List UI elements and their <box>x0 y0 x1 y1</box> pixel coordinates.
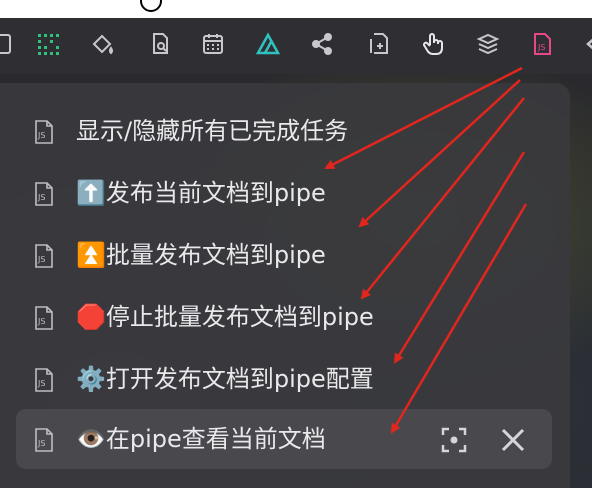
command-item-selected[interactable]: JS 👁️在pipe查看当前文档 <box>16 409 552 469</box>
svg-text:JS: JS <box>37 317 45 326</box>
svg-text:JS: JS <box>37 439 45 448</box>
toolbar: JS <box>0 18 592 75</box>
stack-icon[interactable] <box>472 28 504 60</box>
command-label: 🛑停止批量发布文档到pipe <box>76 303 374 331</box>
window-top-strip <box>0 0 592 18</box>
command-item[interactable]: JS 🛑停止批量发布文档到pipe <box>16 287 552 347</box>
command-label: ⬆️发布当前文档到pipe <box>76 179 326 207</box>
add-document-icon[interactable] <box>363 28 395 60</box>
focus-icon[interactable] <box>437 423 471 457</box>
command-label: 显示/隐藏所有已完成任务 <box>76 117 349 145</box>
command-item[interactable]: JS ⏫批量发布文档到pipe <box>16 225 552 285</box>
document-search-icon[interactable] <box>144 28 176 60</box>
command-label: ⚙️打开发布文档到pipe配置 <box>76 365 374 393</box>
js-file-icon: JS <box>35 368 53 392</box>
paint-bucket-icon[interactable] <box>86 28 118 60</box>
js-file-icon[interactable]: JS <box>526 28 558 60</box>
js-file-icon: JS <box>35 120 53 144</box>
hand-pointer-icon[interactable] <box>417 28 449 60</box>
svg-text:JS: JS <box>37 255 45 264</box>
js-file-icon: JS <box>35 244 53 268</box>
command-item[interactable]: JS ⬆️发布当前文档到pipe <box>16 163 552 223</box>
command-palette: JS 显示/隐藏所有已完成任务 JS ⬆️发布当前文档到pipe JS ⏫批量发… <box>0 83 570 488</box>
partial-circle-icon <box>140 0 162 12</box>
command-label: 👁️在pipe查看当前文档 <box>76 425 326 453</box>
share-icon[interactable] <box>306 28 338 60</box>
chevron-left-icon[interactable] <box>575 28 592 60</box>
svg-text:JS: JS <box>37 193 45 202</box>
command-item[interactable]: JS 显示/隐藏所有已完成任务 <box>16 101 552 161</box>
book-icon[interactable] <box>0 28 18 60</box>
js-file-icon: JS <box>35 182 53 206</box>
svg-text:JS: JS <box>537 43 545 52</box>
js-file-icon: JS <box>35 428 53 452</box>
close-icon[interactable] <box>496 423 530 457</box>
svg-text:JS: JS <box>37 379 45 388</box>
js-file-icon: JS <box>35 306 53 330</box>
svg-text:JS: JS <box>37 131 45 140</box>
command-item[interactable]: JS ⚙️打开发布文档到pipe配置 <box>16 349 552 409</box>
excalidraw-icon[interactable] <box>252 28 284 60</box>
calendar-icon[interactable] <box>197 28 229 60</box>
command-label: ⏫批量发布文档到pipe <box>76 241 326 269</box>
grid-dots-icon[interactable] <box>32 28 64 60</box>
